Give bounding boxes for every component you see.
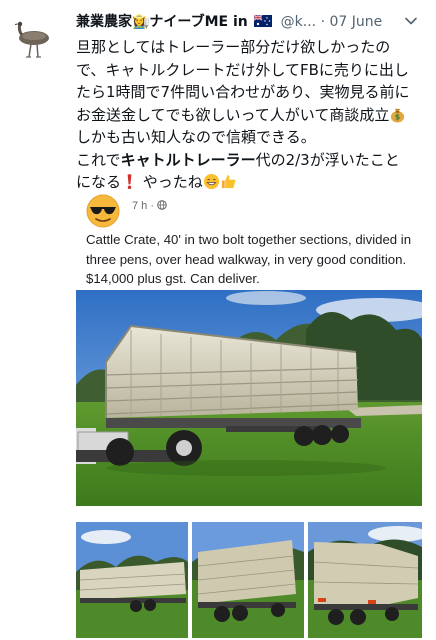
trailer-rear-photo[interactable] <box>308 522 422 638</box>
fb-post-time[interactable]: 7 h · <box>132 200 157 212</box>
tweet-text-line-3: たら1時間で7件問い合わせがあり、実物見る前に <box>76 83 410 101</box>
attached-image[interactable]: 7 h · Cattle Crate, 40' in two bolt toge… <box>74 190 424 640</box>
tweet-text-line-2: で、キャトルクレートだけ外してFBに売りに出し <box>76 60 409 79</box>
tweet-text-line-6-suffix: 代の2/3が浮いたこと <box>255 150 400 169</box>
money-bag-emoji: $ <box>391 108 405 123</box>
fb-post-meta: 7 h · <box>132 200 167 212</box>
tweet-text-line-1: 旦那としてはトレーラー部分だけ欲しかったの <box>76 38 391 56</box>
thumbs-up-emoji <box>221 175 236 189</box>
separator-dot: · <box>320 14 326 30</box>
tweet[interactable]: 兼業農家👩‍🌾ナイーブME in @k... · 07 June 旦那としてはト… <box>0 0 436 640</box>
fb-post-text: Cattle Crate, 40' in two bolt together s… <box>86 232 412 286</box>
tweet-text-line-4: お金送金してでも欲しいって人がいて商談成立 $ <box>76 104 424 127</box>
tweet-text: 旦那としてはトレーラー部分だけ欲しかったの で、キャトルクレートだけ外してFBに… <box>76 36 424 194</box>
fb-post: 7 h · Cattle Crate, 40' in two bolt toge… <box>74 190 424 640</box>
tweet-header: 兼業農家👩‍🌾ナイーブME in @k... · 07 June <box>76 12 406 32</box>
emu-icon[interactable] <box>14 20 54 60</box>
display-name[interactable]: 兼業農家👩‍🌾ナイーブME in <box>76 14 248 30</box>
tweet-text-line-6-prefix: これで <box>76 150 121 169</box>
australia-flag-icon <box>254 15 273 27</box>
globe-icon <box>157 200 167 210</box>
user-handle[interactable]: @k... <box>281 14 316 30</box>
trailer-rear-side-photo[interactable] <box>192 522 304 638</box>
svg-text:$: $ <box>395 112 400 121</box>
sunglasses-face-icon <box>86 194 120 228</box>
trailer-side-photo[interactable] <box>76 522 188 638</box>
grinning-face-emoji <box>203 173 219 190</box>
tweet-text-line-4-text: お金送金してでも欲しいって人がいて商談成立 <box>76 105 390 124</box>
red-exclamation-emoji <box>127 174 132 190</box>
tweet-date[interactable]: 07 June <box>329 14 382 30</box>
tweet-text-bold: キャトルトレーラー <box>120 150 256 169</box>
tweet-text-line-5: しかも古い知人なので信頼できる。 <box>76 128 316 146</box>
chevron-down-icon[interactable] <box>404 14 418 28</box>
tweet-text-line-6: これでキャトルトレーラー代の2/3が浮いたこと <box>76 149 424 172</box>
tweet-text-line-7-b: やったね <box>138 173 203 191</box>
cattle-crate-trailer-photo[interactable] <box>76 290 422 506</box>
tweet-text-line-7-a: になる <box>76 173 122 191</box>
